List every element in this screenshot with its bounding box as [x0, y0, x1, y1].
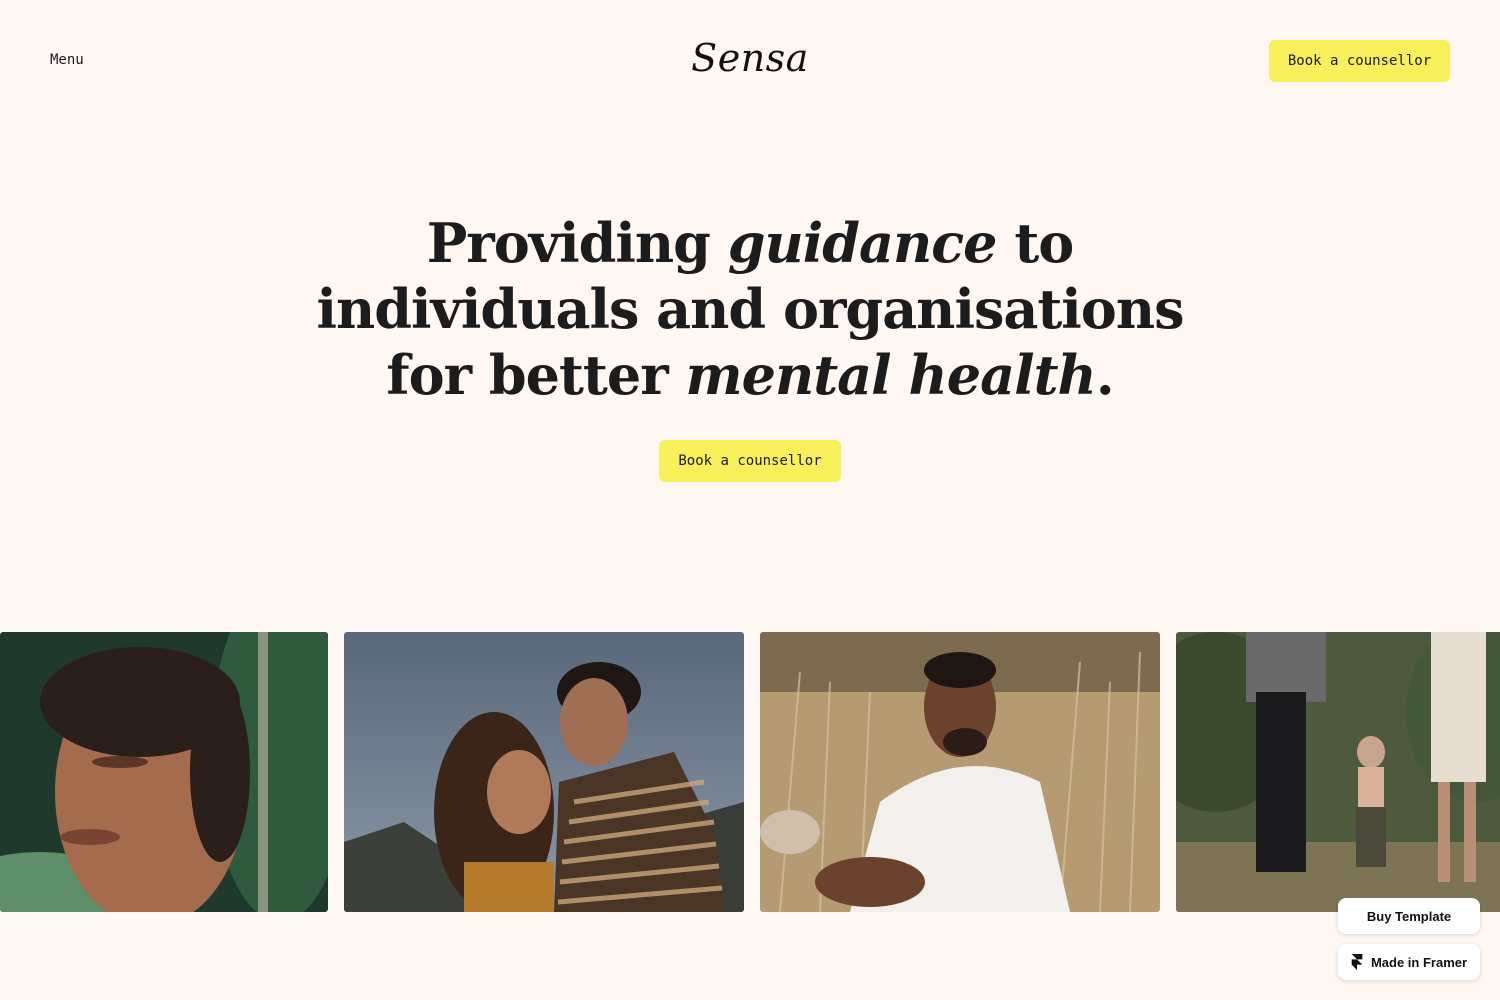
- hero-line-3: for better mental health.: [386, 343, 1114, 407]
- gallery-photo-man-laughing: [760, 632, 1160, 912]
- gallery-photo-family-walking: [1176, 632, 1500, 912]
- header-book-counsellor-button[interactable]: Book a counsellor: [1269, 40, 1450, 82]
- gallery-photo-woman-portrait: [0, 632, 328, 912]
- hero-heading: Providing guidance to individuals and or…: [0, 210, 1500, 408]
- framer-logo-icon: [1351, 954, 1363, 970]
- hero-line-2: individuals and organisations: [316, 277, 1185, 341]
- made-in-framer-label: Made in Framer: [1370, 954, 1468, 970]
- hero-line-1: Providing guidance to: [426, 211, 1075, 275]
- made-in-framer-badge[interactable]: Made in Framer: [1338, 944, 1480, 980]
- hero-book-counsellor-button[interactable]: Book a counsellor: [659, 440, 841, 482]
- buy-template-button[interactable]: Buy Template: [1338, 898, 1480, 934]
- gallery-photo-couple: [344, 632, 744, 912]
